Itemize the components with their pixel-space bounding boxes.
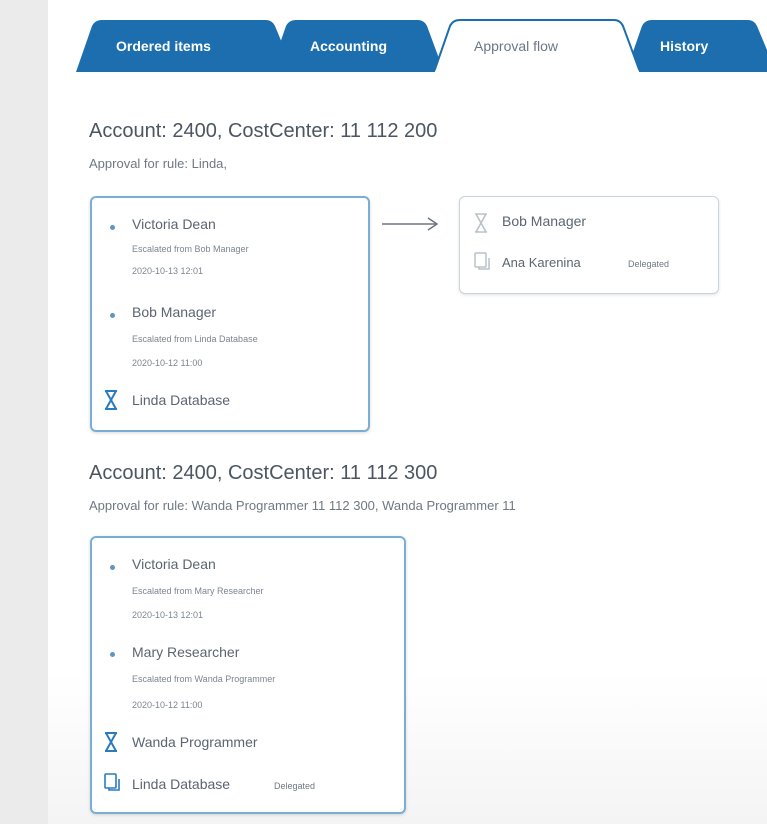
delegate-icon	[104, 773, 120, 791]
flow-arrow-icon	[382, 217, 439, 231]
tab-approval-flow[interactable]: Approval flow	[474, 38, 558, 54]
bullet-dot-icon	[110, 225, 115, 230]
section-1-rule: Approval for rule: Linda,	[89, 156, 228, 171]
escalation-date: 2020-10-13 12:01	[132, 610, 204, 620]
left-margin-strip	[0, 0, 48, 824]
bullet-dot-icon	[110, 313, 115, 318]
approver-name: Bob Manager	[132, 304, 217, 320]
tab-accounting[interactable]: Accounting	[310, 38, 387, 54]
delegate-icon	[474, 252, 490, 270]
approver-name: Mary Researcher	[132, 644, 240, 660]
delegated-approver-name: Ana Karenina	[502, 255, 581, 270]
hourglass-icon	[105, 732, 117, 752]
tab-bar: Ordered items Accounting Approval flow H…	[48, 0, 767, 73]
delegated-badge: Delegated	[274, 781, 316, 791]
bullet-dot-icon	[110, 565, 115, 570]
bullet-dot-icon	[110, 652, 115, 657]
escalation-detail: Escalated from Linda Database	[132, 334, 258, 344]
approval-card: Victoria Dean Escalated from Bob Manager…	[90, 196, 370, 432]
delegated-approver-name: Linda Database	[132, 776, 231, 792]
escalation-date: 2020-10-12 11:00	[132, 700, 203, 710]
approver-name: Victoria Dean	[132, 556, 216, 572]
pending-approver-name: Linda Database	[132, 392, 231, 408]
tab-history[interactable]: History	[660, 38, 708, 54]
escalation-detail: Escalated from Mary Researcher	[132, 586, 264, 596]
tab-shapes	[76, 19, 767, 73]
delegated-badge: Delegated	[628, 259, 670, 269]
escalation-detail: Escalated from Bob Manager	[132, 244, 249, 254]
escalation-detail: Escalated from Wanda Programmer	[132, 674, 276, 684]
next-approval-card: Bob Manager Ana Karenina Delegated	[459, 196, 719, 294]
approval-card: Victoria Dean Escalated from Mary Resear…	[90, 536, 406, 814]
next-approver-name: Bob Manager	[502, 213, 587, 229]
hourglass-icon	[475, 213, 487, 233]
section-2-title: Account: 2400, CostCenter: 11 112 300	[89, 462, 438, 484]
section-2-rule: Approval for rule: Wanda Programmer 11 1…	[89, 498, 516, 513]
escalation-date: 2020-10-12 11:00	[132, 358, 203, 368]
tab-ordered-items[interactable]: Ordered items	[116, 38, 211, 54]
pending-approver-name: Wanda Programmer	[132, 734, 258, 750]
section-1-title: Account: 2400, CostCenter: 11 112 200	[89, 120, 438, 142]
approver-name: Victoria Dean	[132, 216, 216, 232]
escalation-date: 2020-10-13 12:01	[132, 266, 204, 276]
hourglass-icon	[105, 390, 117, 410]
approval-page: Ordered items Accounting Approval flow H…	[48, 0, 767, 824]
approval-flow-panel: Account: 2400, CostCenter: 11 112 200 Ap…	[48, 72, 767, 824]
